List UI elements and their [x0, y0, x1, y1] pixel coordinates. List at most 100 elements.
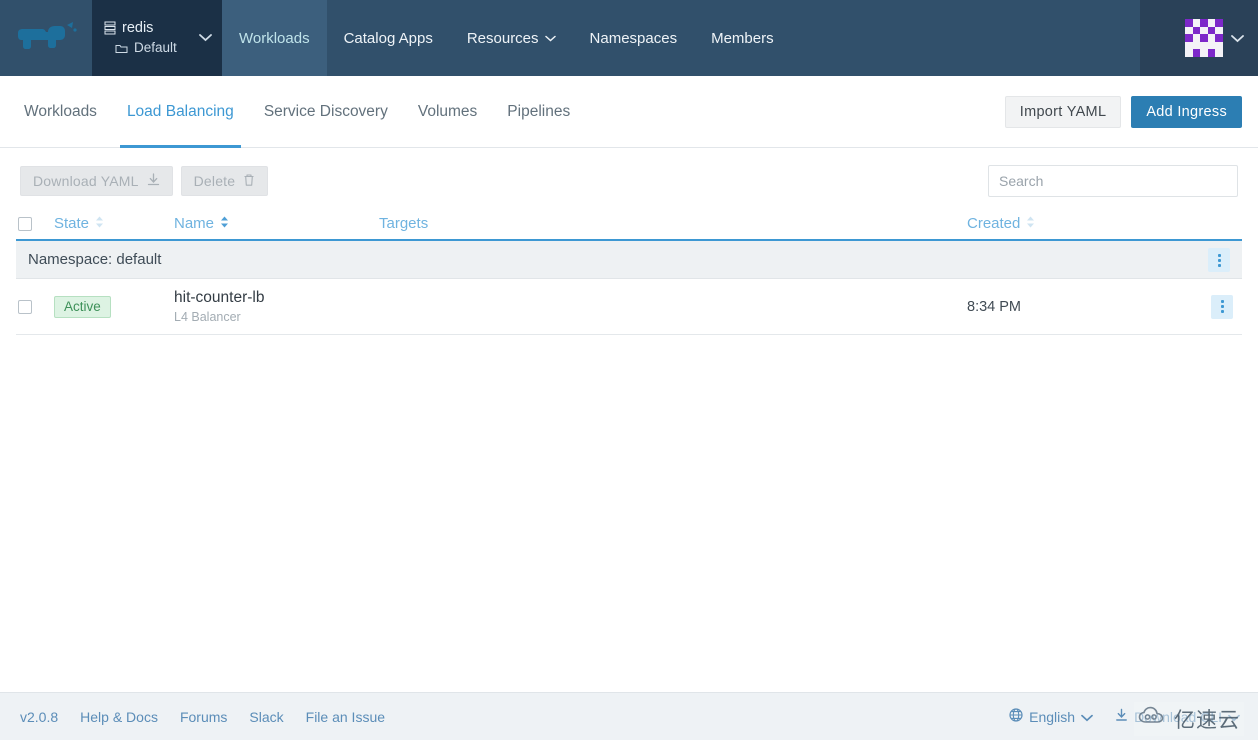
tab-workloads[interactable]: Workloads	[16, 76, 112, 148]
column-targets[interactable]: Targets	[379, 215, 967, 232]
import-yaml-label: Import YAML	[1019, 104, 1107, 120]
tab-label: Volumes	[417, 103, 478, 120]
footer-link-file-an-issue[interactable]: File an Issue	[306, 709, 385, 725]
download-icon	[147, 172, 160, 190]
tab-label: Pipelines	[507, 103, 571, 120]
rancher-cow-logo-icon	[15, 21, 77, 55]
row-name-cell: hit-counter-lb L4 Balancer	[174, 288, 379, 325]
kebab-menu-icon[interactable]	[1211, 294, 1233, 319]
add-ingress-label: Add Ingress	[1146, 104, 1227, 120]
row-state-cell: Active	[54, 295, 174, 318]
column-header-label: Created	[967, 215, 1021, 232]
footer-link-label: File an Issue	[305, 708, 386, 725]
tab-load-balancing[interactable]: Load Balancing	[112, 76, 249, 148]
ingress-type-label: L4 Balancer	[174, 310, 241, 324]
add-ingress-button[interactable]: Add Ingress	[1131, 96, 1242, 128]
search-input-wrapper[interactable]	[988, 165, 1238, 197]
nav-item-namespaces[interactable]: Namespaces	[573, 0, 695, 76]
sort-icon	[95, 215, 104, 233]
tab-service-discovery[interactable]: Service Discovery	[249, 76, 403, 148]
tab-volumes[interactable]: Volumes	[403, 76, 492, 148]
chevron-down-icon[interactable]	[199, 29, 212, 47]
tab-label: Load Balancing	[126, 103, 234, 120]
main-nav: Workloads Catalog Apps Resources Namespa…	[222, 0, 1140, 76]
row-actions-cell	[1202, 294, 1242, 319]
footer-link-label: Forums	[179, 708, 228, 725]
column-header-label: Name	[174, 215, 215, 232]
table-header-row: State Name Targets Created	[16, 208, 1242, 241]
nav-label: Resources	[466, 29, 539, 47]
status-badge: Active	[54, 295, 111, 318]
footer-link-help-docs[interactable]: Help & Docs	[80, 709, 158, 725]
chevron-down-icon	[1228, 709, 1240, 725]
footer-link-label: Slack	[249, 708, 284, 725]
nav-item-catalog-apps[interactable]: Catalog Apps	[327, 0, 450, 76]
delete-button[interactable]: Delete	[180, 166, 269, 196]
nav-item-resources[interactable]: Resources	[450, 0, 573, 76]
user-identicon-avatar-icon	[1185, 19, 1223, 57]
column-created[interactable]: Created	[967, 215, 1202, 233]
language-selector[interactable]: English	[1009, 708, 1093, 725]
download-yaml-button[interactable]: Download YAML	[20, 166, 173, 196]
column-state[interactable]: State	[54, 215, 174, 233]
footer-link-slack[interactable]: Slack	[249, 709, 283, 725]
folder-icon	[115, 43, 128, 54]
tab-pipelines[interactable]: Pipelines	[492, 76, 585, 148]
footer-left-links: v2.0.8 Help & Docs Forums Slack File an …	[20, 709, 385, 725]
trash-icon	[243, 173, 255, 190]
table-toolbar: Download YAML Delete	[0, 160, 1258, 208]
nav-item-workloads[interactable]: Workloads	[222, 0, 327, 76]
nav-item-members[interactable]: Members	[694, 0, 791, 76]
rancher-logo[interactable]	[0, 0, 92, 76]
cluster-project-picker[interactable]: redis Default	[92, 0, 222, 76]
nav-label: Members	[711, 29, 774, 47]
nav-label: Catalog Apps	[343, 29, 433, 47]
language-label: English	[1029, 708, 1076, 725]
namespace-group-header: Namespace: default	[16, 241, 1242, 279]
top-header: redis Default Workloads Catalog Apps Res…	[0, 0, 1258, 76]
ingress-name-link[interactable]: hit-counter-lb	[174, 288, 264, 307]
nav-label: Namespaces	[589, 29, 678, 47]
search-input[interactable]	[989, 166, 1237, 196]
column-header-label: Targets	[379, 215, 429, 232]
ingress-table: State Name Targets Created Namespace: de…	[16, 208, 1242, 335]
nav-label: Workloads	[239, 29, 310, 47]
table-row[interactable]: Active hit-counter-lb L4 Balancer 8:34 P…	[16, 279, 1242, 335]
app-root: redis Default Workloads Catalog Apps Res…	[0, 0, 1258, 740]
download-cli-selector[interactable]: Download CLI	[1115, 708, 1240, 725]
checkbox-unchecked-icon[interactable]	[18, 216, 32, 231]
sort-icon	[1026, 215, 1035, 233]
page-actions: Import YAML Add Ingress	[1004, 76, 1242, 148]
download-cli-label: Download CLI	[1134, 708, 1222, 725]
tab-label: Workloads	[24, 103, 97, 120]
version-label: v2.0.8	[20, 708, 59, 725]
checkbox-unchecked-icon[interactable]	[18, 299, 32, 314]
kebab-menu-icon[interactable]	[1208, 248, 1230, 272]
bulk-actions: Download YAML Delete	[20, 166, 269, 196]
select-all-cell	[16, 216, 54, 231]
chevron-down-icon	[1081, 709, 1093, 725]
chevron-down-icon	[544, 35, 556, 42]
cluster-name: redis	[122, 20, 154, 36]
column-name[interactable]: Name	[174, 215, 379, 233]
download-icon	[1115, 708, 1128, 725]
namespace-group-label: Namespace: default	[28, 251, 162, 268]
row-select-cell	[16, 299, 54, 314]
user-menu[interactable]	[1140, 0, 1258, 76]
globe-icon	[1009, 708, 1023, 725]
column-header-label: State	[54, 215, 90, 232]
project-name: Default	[134, 40, 177, 55]
chevron-down-icon[interactable]	[1231, 34, 1244, 43]
download-yaml-label: Download YAML	[33, 173, 139, 189]
footer-bar: v2.0.8 Help & Docs Forums Slack File an …	[0, 692, 1258, 740]
server-stack-icon	[104, 21, 116, 35]
footer-link-label: Help & Docs	[80, 708, 158, 725]
footer-right-controls: English Download CLI	[1009, 708, 1240, 725]
import-yaml-button[interactable]: Import YAML	[1004, 96, 1122, 128]
sort-icon	[220, 215, 229, 233]
section-tabs: Workloads Load Balancing Service Discove…	[16, 76, 585, 148]
tab-label: Service Discovery	[263, 103, 388, 120]
footer-link-forums[interactable]: Forums	[180, 709, 227, 725]
section-tabs-bar: Workloads Load Balancing Service Discove…	[0, 76, 1258, 148]
delete-label: Delete	[193, 173, 236, 189]
